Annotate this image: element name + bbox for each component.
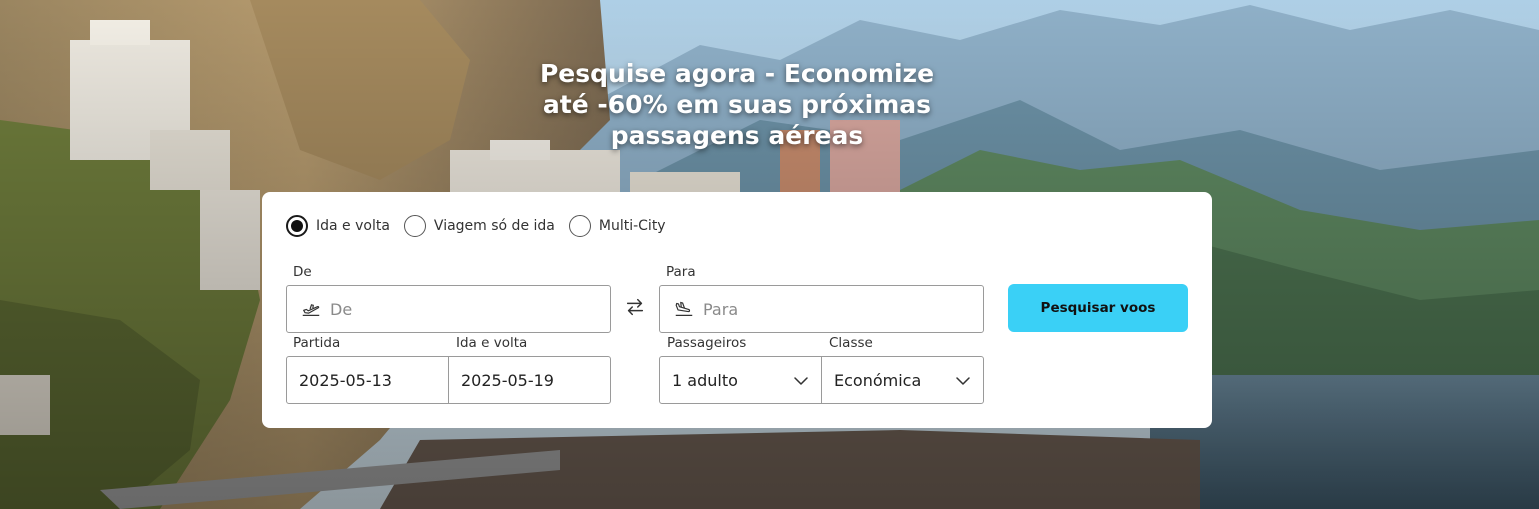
return-date-input[interactable]: 2025-05-19	[448, 357, 610, 403]
round-trip-radio[interactable]	[286, 215, 308, 237]
trip-type-one-way[interactable]: Viagem só de ida	[403, 215, 555, 237]
passengers-select[interactable]: 1 adulto	[660, 357, 821, 403]
from-placeholder: De	[330, 299, 353, 319]
to-placeholder: Para	[703, 299, 739, 319]
landing-icon	[675, 301, 693, 317]
passengers-label: Passageiros	[667, 335, 747, 351]
swap-arrows-icon[interactable]	[624, 296, 646, 318]
headline-line-1: Pesquise agora - Economize	[539, 59, 935, 88]
takeoff-icon	[302, 304, 320, 317]
multi-city-label: Multi-City	[598, 218, 666, 234]
headline-line-3: passagens aéreas	[610, 121, 864, 150]
class-select[interactable]: Económica	[821, 357, 983, 403]
return-date-value: 2025-05-19	[461, 370, 554, 390]
passengers-class-field: 1 adulto Económica	[659, 356, 984, 404]
round-trip-label: Ida e volta	[316, 218, 390, 234]
trip-type-multi-city[interactable]: Multi-City	[568, 215, 666, 237]
trip-type-selector: Ida e volta Viagem só de ida Multi-City	[286, 215, 680, 237]
departure-date-input[interactable]: 2025-05-13	[287, 357, 448, 403]
departure-date-value: 2025-05-13	[299, 370, 392, 390]
departure-label: Partida	[293, 335, 341, 351]
multi-city-radio[interactable]	[568, 215, 591, 237]
trip-type-round-trip[interactable]: Ida e volta	[286, 215, 390, 237]
search-flights-button[interactable]: Pesquisar voos	[1008, 284, 1188, 332]
headline-line-2: até -60% em suas próximas	[542, 90, 932, 119]
hero-headline: Pesquise agora - Economize até -60% em s…	[487, 58, 987, 151]
class-label: Classe	[829, 335, 873, 351]
chevron-down-icon	[794, 377, 808, 385]
flight-search-form: Ida e volta Viagem só de ida Multi-City …	[262, 192, 1212, 428]
class-value: Económica	[834, 370, 922, 390]
one-way-radio[interactable]	[403, 215, 426, 237]
date-range-field: 2025-05-13 2025-05-19	[286, 356, 611, 404]
from-field[interactable]: De	[286, 285, 611, 333]
to-label: Para	[666, 264, 696, 280]
one-way-label: Viagem só de ida	[433, 218, 555, 234]
return-label: Ida e volta	[456, 335, 528, 351]
passengers-value: 1 adulto	[672, 370, 738, 390]
from-label: De	[293, 264, 312, 280]
chevron-down-icon	[956, 377, 970, 385]
to-field[interactable]: Para	[659, 285, 984, 333]
